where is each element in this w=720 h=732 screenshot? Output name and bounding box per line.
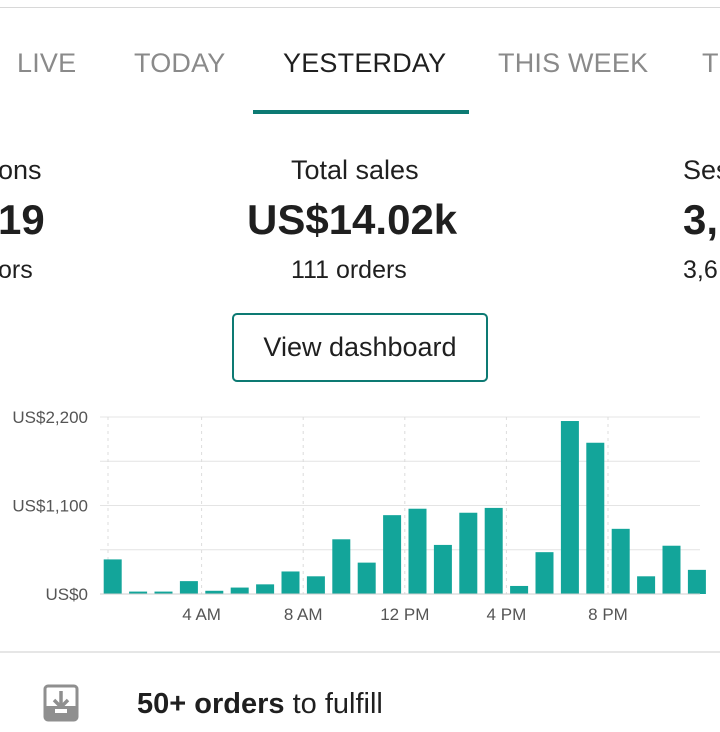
bar-hour-16 [510,585,529,594]
orders-to-fulfill-count: 50+ orders [137,688,285,720]
orders-to-fulfill[interactable]: 50+ orders to fulfill [137,688,383,721]
bar-hour-11 [383,515,402,594]
y-tick-label: US$2,200 [12,408,88,427]
tab-live[interactable]: LIVE [17,48,76,79]
section-divider [0,651,720,653]
conversions-label: ons [0,155,42,185]
tab-yesterday[interactable]: YESTERDAY [283,48,446,79]
bar-hour-9 [332,539,351,594]
x-tick-label: 12 PM [380,605,429,624]
conversions-value: 19 [0,196,45,243]
bar-hour-0 [103,559,122,594]
x-tick-label: 4 PM [487,605,527,624]
orders-to-fulfill-label: to fulfill [284,688,383,720]
bar-hour-20 [611,528,630,594]
bar-hour-14 [459,512,478,594]
sessions-sub: 3,6 [683,256,718,284]
conversions-sub: ors [0,256,33,284]
bar-hour-5 [230,587,249,594]
bar-hour-6 [256,584,275,594]
active-tab-indicator [253,110,469,114]
y-tick-label: US$1,100 [12,497,88,516]
total-sales-label: Total sales [291,155,419,185]
tab-today[interactable]: TODAY [134,48,226,79]
view-dashboard-button[interactable]: View dashboard [232,313,488,382]
bar-hour-21 [637,576,656,594]
bar-hour-18 [560,421,579,594]
bar-hour-10 [357,562,376,594]
bar-hour-22 [662,545,681,594]
bar-hour-15 [484,507,503,594]
top-divider [0,7,720,8]
bar-hour-19 [586,442,605,594]
bar-hour-17 [535,552,554,594]
tab-next[interactable]: T [702,48,719,79]
bar-hour-8 [306,576,325,594]
bar-hour-13 [433,544,452,594]
y-tick-label: US$0 [45,585,88,604]
bar-hour-7 [281,571,300,594]
x-tick-label: 8 AM [284,605,323,624]
sessions-label: Ses [683,155,720,185]
date-range-tabs: LIVE TODAY YESTERDAY THIS WEEK T [0,40,720,90]
total-sales-value: US$14.02k [247,196,458,243]
x-tick-label: 8 PM [588,605,628,624]
total-sales-orders: 111 orders [291,256,407,284]
sessions-value: 3, [683,196,719,243]
bar-hour-12 [408,508,427,594]
download-tray-icon [43,684,79,722]
x-tick-label: 4 AM [182,605,221,624]
bar-hour-23 [687,569,706,594]
sales-bar-chart: US$0 US$1,100 US$2,200 4 AM 8 AM 12 PM 4 PM 8 P… [12,408,706,624]
bar-hour-3 [179,581,198,594]
tab-this-week[interactable]: THIS WEEK [498,48,648,79]
